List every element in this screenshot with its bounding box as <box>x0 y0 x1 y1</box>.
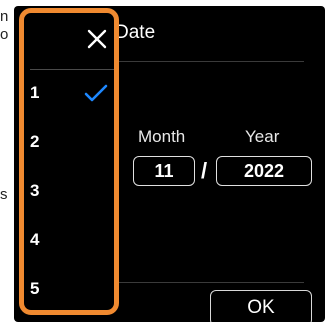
list-item-label: 2 <box>30 132 40 151</box>
list-item[interactable]: 1 <box>24 71 114 115</box>
screen: n o s Date Month Year 11 / 2022 OK 1 2 3… <box>0 0 335 322</box>
divider <box>108 282 304 283</box>
date-separator: / <box>201 158 208 183</box>
list-item-label: 1 <box>30 83 40 102</box>
close-icon <box>87 29 107 49</box>
year-label: Year <box>245 127 280 146</box>
background-text: n <box>0 8 9 25</box>
dialog-title: Date <box>115 22 156 43</box>
month-label: Month <box>138 127 186 146</box>
divider <box>108 61 304 62</box>
list-item-label: 5 <box>30 279 40 298</box>
year-field[interactable]: 2022 <box>216 156 312 186</box>
list-item[interactable]: 5 <box>24 267 114 310</box>
picker-header <box>24 13 114 70</box>
background-text: s <box>0 186 8 203</box>
list-item[interactable]: 2 <box>24 120 114 164</box>
divider <box>30 69 114 70</box>
month-picker-list: 1 2 3 4 5 <box>19 8 119 315</box>
background-text: o <box>0 26 9 43</box>
list-item-label: 4 <box>30 230 40 249</box>
list-item-label: 3 <box>30 181 40 200</box>
list-item[interactable]: 3 <box>24 169 114 213</box>
close-button[interactable] <box>84 26 110 52</box>
month-field[interactable]: 11 <box>133 156 195 186</box>
checkmark-icon <box>84 84 108 102</box>
list-item[interactable]: 4 <box>24 218 114 262</box>
ok-button[interactable]: OK <box>210 290 312 322</box>
